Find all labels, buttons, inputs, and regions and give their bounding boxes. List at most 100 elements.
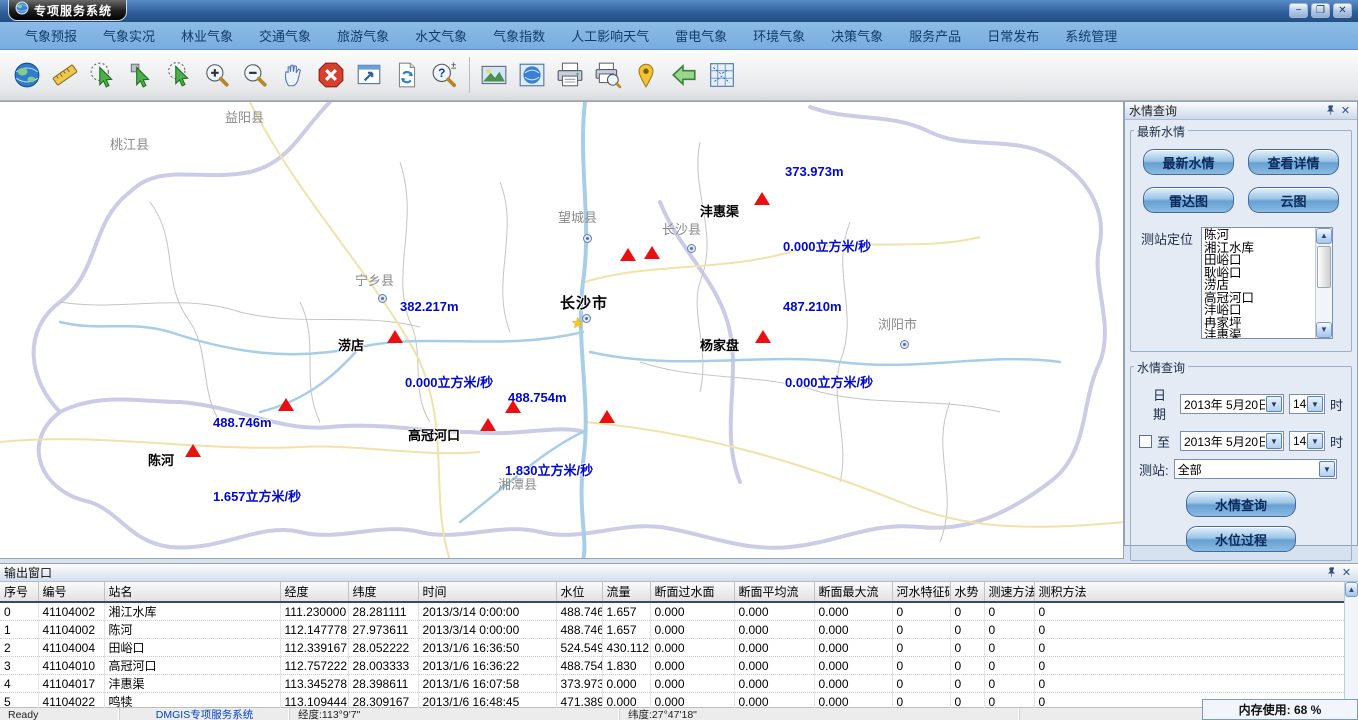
table-header-cell[interactable]: 流量 bbox=[602, 582, 650, 602]
table-header-cell[interactable]: 断面最大流 bbox=[814, 582, 892, 602]
menu-item-13[interactable]: 日常发布 bbox=[974, 22, 1052, 49]
chevron-down-icon[interactable]: ▼ bbox=[1307, 433, 1323, 449]
scroll-up-icon[interactable]: ▲ bbox=[1345, 582, 1358, 597]
table-header-cell[interactable]: 测速方法 bbox=[984, 582, 1034, 602]
map-grid-icon[interactable] bbox=[703, 55, 741, 95]
menu-item-8[interactable]: 人工影响天气 bbox=[558, 22, 662, 49]
chevron-down-icon[interactable]: ▼ bbox=[1307, 396, 1323, 412]
station-list-item[interactable]: 沣惠渠 bbox=[1204, 329, 1313, 338]
table-header-cell[interactable]: 测积方法 bbox=[1034, 582, 1345, 602]
menu-item-2[interactable]: 气象实况 bbox=[90, 22, 168, 49]
chevron-down-icon[interactable]: ▼ bbox=[1266, 396, 1282, 412]
select-box-icon[interactable] bbox=[122, 55, 160, 95]
station-marker-icon[interactable] bbox=[755, 330, 771, 343]
print-preview-icon[interactable] bbox=[589, 55, 627, 95]
station-marker-icon[interactable] bbox=[185, 444, 201, 457]
table-header-cell[interactable]: 站名 bbox=[104, 582, 280, 602]
query-button-1[interactable]: 水情查询 bbox=[1186, 491, 1296, 517]
station-select-combo[interactable]: 全部 ▼ bbox=[1174, 459, 1337, 479]
locate-pin-icon[interactable] bbox=[627, 55, 665, 95]
menu-item-5[interactable]: 旅游气象 bbox=[324, 22, 402, 49]
select-point-icon[interactable] bbox=[84, 55, 122, 95]
station-marker-icon[interactable] bbox=[620, 248, 636, 261]
station-list-item[interactable]: 涝店 bbox=[1204, 279, 1313, 292]
menu-item-11[interactable]: 决策气象 bbox=[818, 22, 896, 49]
station-list-item[interactable]: 田峪口 bbox=[1204, 254, 1313, 267]
table-row[interactable]: 141104002陈河112.14777827.9736112013/3/14 … bbox=[0, 621, 1345, 639]
zoom-out-icon[interactable] bbox=[236, 55, 274, 95]
station-marker-icon[interactable] bbox=[644, 246, 660, 259]
listbox-scrollbar[interactable]: ▲ ▼ bbox=[1315, 228, 1332, 338]
query-button-2[interactable]: 水位过程 bbox=[1186, 526, 1296, 552]
table-header-cell[interactable]: 河水特征码 bbox=[892, 582, 950, 602]
station-marker-icon[interactable] bbox=[387, 330, 403, 343]
output-table[interactable]: 序号编号站名经度纬度时间水位流量断面过水面断面平均流断面最大流河水特征码水势测速… bbox=[0, 582, 1345, 708]
export-image-icon[interactable] bbox=[475, 55, 513, 95]
table-header-cell[interactable]: 水位 bbox=[556, 582, 602, 602]
menu-item-12[interactable]: 服务产品 bbox=[896, 22, 974, 49]
date-to-combo[interactable]: 2013年 5月20日 ▼ bbox=[1180, 431, 1284, 451]
table-header-cell[interactable]: 时间 bbox=[418, 582, 556, 602]
chevron-down-icon[interactable]: ▼ bbox=[1319, 461, 1335, 477]
stop-icon[interactable] bbox=[312, 55, 350, 95]
scroll-thumb[interactable] bbox=[1317, 246, 1331, 288]
chevron-down-icon[interactable]: ▼ bbox=[1266, 433, 1282, 449]
station-listbox[interactable]: 陈河湘江水库田峪口耿峪口涝店高冠河口沣峪口冉家坪沣惠渠 ▲ ▼ bbox=[1201, 227, 1333, 339]
panel-close-icon[interactable]: ✕ bbox=[1339, 565, 1354, 580]
station-list-item[interactable]: 陈河 bbox=[1204, 229, 1313, 242]
latest-water-button-2[interactable]: 查看详情 bbox=[1248, 149, 1339, 175]
station-marker-icon[interactable] bbox=[599, 410, 615, 423]
station-marker-icon[interactable] bbox=[754, 192, 770, 205]
menu-item-7[interactable]: 气象指数 bbox=[480, 22, 558, 49]
table-row[interactable]: 341104010高冠河口112.75722228.0033332013/1/6… bbox=[0, 657, 1345, 675]
latest-water-button-4[interactable]: 云图 bbox=[1248, 187, 1339, 213]
table-header-cell[interactable]: 断面平均流 bbox=[734, 582, 814, 602]
close-button[interactable]: ✕ bbox=[1333, 3, 1352, 18]
hour-to-combo[interactable]: 14 ▼ bbox=[1289, 431, 1325, 451]
map-view[interactable]: 益阳县桃江县宁乡县望城县长沙县浏阳市湘潭县沣惠渠涝店陈河高冠河口杨家盘373.9… bbox=[0, 101, 1124, 559]
menu-item-3[interactable]: 林业气象 bbox=[168, 22, 246, 49]
pin-icon[interactable] bbox=[1323, 103, 1338, 118]
table-scrollbar[interactable]: ▲ bbox=[1344, 582, 1358, 708]
select-lasso-icon[interactable] bbox=[160, 55, 198, 95]
table-header-cell[interactable]: 编号 bbox=[38, 582, 104, 602]
refresh-icon[interactable] bbox=[388, 55, 426, 95]
minimize-button[interactable]: − bbox=[1289, 3, 1308, 18]
table-header-cell[interactable]: 序号 bbox=[0, 582, 38, 602]
table-row[interactable]: 441104017沣惠渠113.34527828.3986112013/1/6 … bbox=[0, 675, 1345, 693]
table-row[interactable]: 041104002湘江水库111.23000028.2811112013/3/1… bbox=[0, 602, 1345, 621]
latest-water-button-3[interactable]: 雷达图 bbox=[1143, 187, 1234, 213]
menu-item-4[interactable]: 交通气象 bbox=[246, 22, 324, 49]
to-checkbox[interactable] bbox=[1139, 435, 1152, 448]
scroll-down-icon[interactable]: ▼ bbox=[1316, 322, 1332, 338]
zoom-in-icon[interactable] bbox=[198, 55, 236, 95]
full-extent-icon[interactable] bbox=[350, 55, 388, 95]
menu-item-6[interactable]: 水文气象 bbox=[402, 22, 480, 49]
identify-icon[interactable]: ?± bbox=[426, 55, 464, 95]
measure-ruler-icon[interactable] bbox=[46, 55, 84, 95]
table-header-cell[interactable]: 经度 bbox=[280, 582, 348, 602]
globe-icon[interactable] bbox=[8, 55, 46, 95]
station-marker-icon[interactable] bbox=[480, 418, 496, 431]
pin-icon[interactable] bbox=[1324, 565, 1339, 580]
table-header-cell[interactable]: 纬度 bbox=[348, 582, 418, 602]
menu-item-14[interactable]: 系统管理 bbox=[1052, 22, 1130, 49]
menu-item-9[interactable]: 雷电气象 bbox=[662, 22, 740, 49]
menu-item-10[interactable]: 环境气象 bbox=[740, 22, 818, 49]
station-marker-icon[interactable] bbox=[505, 400, 521, 413]
table-row[interactable]: 241104004田峪口112.33916728.0522222013/1/6 … bbox=[0, 639, 1345, 657]
restore-button[interactable]: ❐ bbox=[1311, 3, 1330, 18]
hour-from-combo[interactable]: 14 ▼ bbox=[1289, 394, 1325, 414]
table-row[interactable]: 541104022鸣犊113.10944428.3091672013/1/6 1… bbox=[0, 693, 1345, 709]
back-arrow-icon[interactable] bbox=[665, 55, 703, 95]
date-from-combo[interactable]: 2013年 5月20日 ▼ bbox=[1180, 394, 1284, 414]
latest-water-button-1[interactable]: 最新水情 bbox=[1143, 149, 1234, 175]
scroll-up-icon[interactable]: ▲ bbox=[1316, 228, 1332, 244]
menu-item-1[interactable]: 气象预报 bbox=[12, 22, 90, 49]
panel-close-icon[interactable]: ✕ bbox=[1338, 103, 1353, 118]
table-header-cell[interactable]: 水势 bbox=[950, 582, 984, 602]
station-list-item[interactable]: 沣峪口 bbox=[1204, 304, 1313, 317]
print-icon[interactable] bbox=[551, 55, 589, 95]
pan-hand-icon[interactable] bbox=[274, 55, 312, 95]
table-header-cell[interactable]: 断面过水面 bbox=[650, 582, 734, 602]
